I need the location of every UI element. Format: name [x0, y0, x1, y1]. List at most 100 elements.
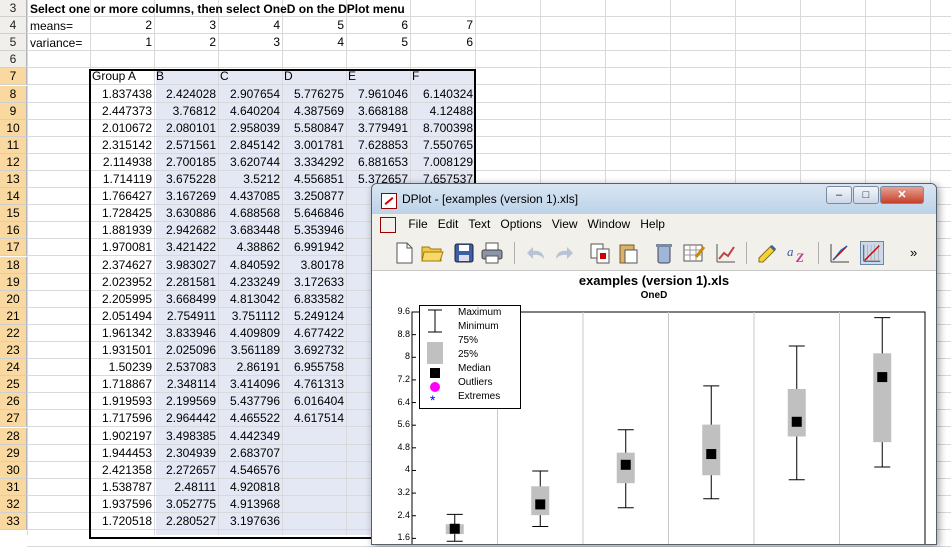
data-cell[interactable]: 7.550765	[410, 137, 475, 154]
menu-window[interactable]: Window	[583, 214, 636, 231]
data-cell[interactable]: 1.837438	[90, 86, 154, 103]
column-header-cell[interactable]: F	[412, 68, 475, 85]
row-header[interactable]: 18	[0, 257, 27, 274]
data-cell[interactable]: 2.205995	[90, 291, 154, 308]
means-value-cell[interactable]: 2	[90, 17, 154, 34]
data-cell[interactable]: 2.051494	[90, 308, 154, 325]
data-cell[interactable]: 2.845142	[218, 137, 282, 154]
data-cell[interactable]: 5.249124	[282, 308, 346, 325]
data-cell[interactable]: 3.620744	[218, 154, 282, 171]
row-header[interactable]: 20	[0, 291, 27, 308]
row-header[interactable]: 17	[0, 239, 27, 256]
variance-value-cell[interactable]: 6	[410, 34, 475, 51]
data-cell[interactable]: 1.970081	[90, 239, 154, 256]
row-header[interactable]: 29	[0, 445, 27, 462]
data-cell[interactable]: 1.717596	[90, 410, 154, 427]
data-cell[interactable]: 3.172633	[282, 274, 346, 291]
data-cell[interactable]: 2.374627	[90, 257, 154, 274]
data-cell[interactable]: 1.919593	[90, 393, 154, 410]
data-cell[interactable]: 2.025096	[154, 342, 218, 359]
title-bar[interactable]: DPlot - [examples (version 1).xls] – □ ✕	[372, 184, 936, 214]
data-cell[interactable]: 2.023952	[90, 274, 154, 291]
data-cell[interactable]: 1.720518	[90, 513, 154, 530]
row-header[interactable]: 5	[0, 34, 27, 51]
sort-az-icon[interactable]: aZ	[786, 241, 810, 265]
toolbar-overflow-icon[interactable]: »	[910, 245, 917, 260]
variance-label-cell[interactable]: variance=	[30, 35, 82, 52]
row-header[interactable]: 22	[0, 325, 27, 342]
data-cell[interactable]: 4.442349	[218, 428, 282, 445]
close-button[interactable]: ✕	[880, 186, 924, 204]
data-cell[interactable]: 7.628853	[346, 137, 410, 154]
data-cell[interactable]: 1.902197	[90, 428, 154, 445]
data-cell[interactable]: 1.881939	[90, 222, 154, 239]
variance-value-cell[interactable]: 5	[346, 34, 410, 51]
menu-edit[interactable]: Edit	[433, 214, 464, 231]
column-header-cell[interactable]: D	[284, 68, 346, 85]
data-cell[interactable]: 3.052775	[154, 496, 218, 513]
row-header[interactable]: 16	[0, 222, 27, 239]
row-header[interactable]: 11	[0, 137, 27, 154]
data-cell[interactable]: 3.683448	[218, 222, 282, 239]
row-header[interactable]: 7	[0, 68, 27, 85]
data-cell[interactable]: 5.580847	[282, 120, 346, 137]
data-cell[interactable]: 1.961342	[90, 325, 154, 342]
row-header[interactable]: 15	[0, 205, 27, 222]
data-cell[interactable]: 2.421358	[90, 462, 154, 479]
data-cell[interactable]: 2.571561	[154, 137, 218, 154]
data-cell[interactable]: 1.714119	[90, 171, 154, 188]
minimize-button[interactable]: –	[826, 186, 852, 204]
line-chart-icon[interactable]	[828, 241, 852, 265]
data-cell[interactable]: 4.556851	[282, 171, 346, 188]
variance-value-cell[interactable]: 2	[154, 34, 218, 51]
data-cell[interactable]: 6.833582	[282, 291, 346, 308]
row-header[interactable]: 30	[0, 462, 27, 479]
data-cell[interactable]: 3.668188	[346, 103, 410, 120]
data-cell[interactable]: 2.272657	[154, 462, 218, 479]
data-cell[interactable]: 5.353946	[282, 222, 346, 239]
data-cell[interactable]: 2.080101	[154, 120, 218, 137]
data-cell[interactable]: 2.754911	[154, 308, 218, 325]
paste-icon[interactable]	[616, 241, 640, 265]
row-header[interactable]: 21	[0, 308, 27, 325]
row-header[interactable]: 25	[0, 376, 27, 393]
active-chart-icon[interactable]	[860, 241, 884, 265]
data-cell[interactable]: 6.140324	[410, 86, 475, 103]
row-header[interactable]: 9	[0, 103, 27, 120]
data-cell[interactable]: 6.955758	[282, 359, 346, 376]
data-cell[interactable]: 3.779491	[346, 120, 410, 137]
chart-tool-icon[interactable]	[714, 241, 738, 265]
row-header[interactable]: 14	[0, 188, 27, 205]
data-cell[interactable]: 3.414096	[218, 376, 282, 393]
data-cell[interactable]: 3.250877	[282, 188, 346, 205]
data-cell[interactable]: 3.498385	[154, 428, 218, 445]
data-cell[interactable]: 2.424028	[154, 86, 218, 103]
open-folder-icon[interactable]	[420, 241, 444, 265]
column-header-cell[interactable]: Group A	[92, 68, 154, 85]
data-cell[interactable]: 1.50239	[90, 359, 154, 376]
data-cell[interactable]: 4.465522	[218, 410, 282, 427]
data-cell[interactable]: 3.630886	[154, 205, 218, 222]
data-cell[interactable]: 3.197636	[218, 513, 282, 530]
maximize-button[interactable]: □	[853, 186, 879, 204]
data-cell[interactable]: 2.683707	[218, 445, 282, 462]
data-cell[interactable]: 3.668499	[154, 291, 218, 308]
row-header[interactable]: 27	[0, 410, 27, 427]
menu-options[interactable]: Options	[495, 214, 546, 231]
data-cell[interactable]: 2.280527	[154, 513, 218, 530]
data-cell[interactable]: 3.001781	[282, 137, 346, 154]
undo-icon[interactable]	[524, 241, 548, 265]
copy-icon[interactable]	[588, 241, 612, 265]
data-cell[interactable]: 2.958039	[218, 120, 282, 137]
row-header[interactable]: 24	[0, 359, 27, 376]
menu-text[interactable]: Text	[463, 214, 495, 231]
variance-value-cell[interactable]: 4	[282, 34, 346, 51]
data-cell[interactable]: 4.813042	[218, 291, 282, 308]
column-header-cell[interactable]: C	[220, 68, 282, 85]
delete-icon[interactable]	[652, 241, 676, 265]
menu-help[interactable]: Help	[635, 214, 670, 231]
data-cell[interactable]: 4.761313	[282, 376, 346, 393]
data-cell[interactable]: 2.447373	[90, 103, 154, 120]
data-cell[interactable]: 2.86191	[218, 359, 282, 376]
data-cell[interactable]: 3.5212	[218, 171, 282, 188]
